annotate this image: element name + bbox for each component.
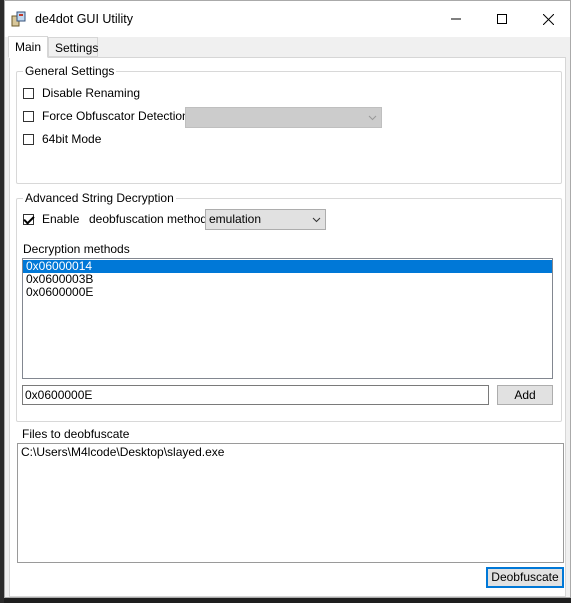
decryption-methods-list[interactable]: 0x06000014 0x0600003B 0x0600000E bbox=[22, 258, 553, 379]
maximize-icon bbox=[497, 14, 507, 24]
advanced-decryption-title: Advanced String Decryption bbox=[23, 191, 176, 205]
advanced-decryption-group: Advanced String Decryption Enable deobfu… bbox=[16, 191, 562, 422]
close-icon bbox=[542, 13, 554, 25]
general-settings-group: General Settings Disable Renaming Force … bbox=[16, 64, 562, 184]
force-detection-checkbox[interactable] bbox=[23, 110, 34, 122]
force-detection-option[interactable]: Force Obfuscator Detection bbox=[23, 108, 189, 124]
app-icon bbox=[11, 11, 26, 27]
chevron-down-icon bbox=[312, 217, 321, 223]
tab-settings[interactable]: Settings bbox=[48, 37, 98, 57]
tab-main[interactable]: Main bbox=[8, 36, 48, 58]
list-item[interactable]: C:\Users\M4lcode\Desktop\slayed.exe bbox=[18, 446, 563, 459]
list-item[interactable]: 0x0600000E bbox=[23, 286, 552, 299]
deobfuscation-method-select[interactable]: emulation bbox=[205, 209, 326, 230]
disable-renaming-checkbox[interactable] bbox=[23, 87, 34, 99]
list-item[interactable]: 0x0600003B bbox=[23, 273, 552, 286]
obfuscator-select[interactable] bbox=[185, 107, 382, 128]
tab-strip: Main Settings bbox=[5, 36, 570, 58]
bit64-mode-checkbox[interactable] bbox=[23, 133, 34, 145]
main-tab-panel: General Settings Disable Renaming Force … bbox=[9, 57, 566, 597]
enable-option[interactable]: Enable bbox=[23, 211, 79, 227]
deobfuscation-method-label: deobfuscation method bbox=[89, 212, 208, 226]
window-title: de4dot GUI Utility bbox=[35, 12, 133, 26]
enable-checkbox[interactable] bbox=[23, 213, 34, 225]
maximize-button[interactable] bbox=[479, 1, 525, 37]
deobfuscate-button[interactable]: Deobfuscate bbox=[486, 567, 564, 588]
decryption-methods-label: Decryption methods bbox=[23, 242, 130, 256]
disable-renaming-label: Disable Renaming bbox=[42, 86, 141, 100]
list-item[interactable]: 0x06000014 bbox=[23, 260, 552, 273]
files-label: Files to deobfuscate bbox=[22, 427, 130, 441]
force-detection-label: Force Obfuscator Detection bbox=[42, 109, 189, 123]
enable-label: Enable bbox=[42, 212, 80, 226]
minimize-icon bbox=[451, 18, 461, 20]
disable-renaming-option[interactable]: Disable Renaming bbox=[23, 85, 140, 101]
bit64-mode-label: 64bit Mode bbox=[42, 132, 102, 146]
general-settings-title: General Settings bbox=[23, 64, 117, 78]
add-button[interactable]: Add bbox=[497, 385, 553, 405]
method-token-input[interactable]: 0x0600000E bbox=[22, 385, 489, 405]
files-list[interactable]: C:\Users\M4lcode\Desktop\slayed.exe bbox=[17, 443, 564, 563]
minimize-button[interactable] bbox=[433, 1, 479, 37]
deobfuscation-method-value: emulation bbox=[209, 212, 262, 226]
chevron-down-icon bbox=[368, 115, 377, 121]
bit64-mode-option[interactable]: 64bit Mode bbox=[23, 131, 101, 147]
main-window: de4dot GUI Utility Main Settings General… bbox=[4, 0, 571, 598]
title-bar[interactable]: de4dot GUI Utility bbox=[5, 1, 570, 37]
close-button[interactable] bbox=[525, 1, 571, 37]
